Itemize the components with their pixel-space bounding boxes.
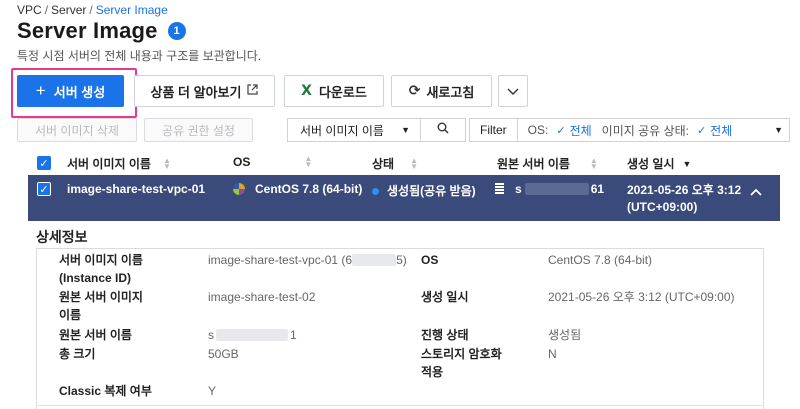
more-button[interactable] bbox=[498, 75, 528, 107]
row-os: CentOS 7.8 (64-bit) bbox=[233, 182, 362, 196]
refresh-icon: ⟳ bbox=[408, 83, 421, 99]
detail-os-label: OS bbox=[421, 253, 439, 267]
breadcrumb-server[interactable]: Server bbox=[51, 3, 86, 17]
detail-size-value: 50GB bbox=[208, 347, 239, 361]
redacted-block bbox=[524, 183, 589, 195]
search-button[interactable] bbox=[421, 118, 466, 142]
sort-icon: ▲ ▼ bbox=[410, 155, 419, 171]
sort-icon: ▲ ▼ bbox=[589, 155, 598, 171]
page-title: Server Image bbox=[17, 18, 158, 43]
filter-share-label: 이미지 공유 상태: bbox=[601, 123, 689, 138]
table-header: ✓ 서버 이미지 이름 ▲ ▼ OS ▲ ▼ 상태 ▲ ▼ 원본 서버 이름 ▲ ▼ 생… bbox=[28, 151, 780, 175]
breadcrumb-current[interactable]: Server Image bbox=[96, 3, 168, 17]
row-status: 생성됨(공유 받음) bbox=[372, 182, 476, 199]
caret-down-icon[interactable]: ▼ bbox=[774, 125, 783, 135]
detail-origin-image-label: 원본 서버 이미지 이름 bbox=[59, 290, 143, 322]
create-server-button[interactable]: + 서버 생성 bbox=[17, 75, 124, 107]
select-all-checkbox[interactable]: ✓ bbox=[37, 156, 51, 170]
refresh-label: 새로고침 bbox=[426, 84, 475, 100]
server-icon bbox=[495, 183, 504, 194]
column-os[interactable]: OS ▲ ▼ bbox=[233, 154, 313, 170]
redacted-block bbox=[352, 254, 397, 266]
refresh-button[interactable]: ⟳ 새로고침 bbox=[391, 75, 492, 107]
chevron-up-icon[interactable] bbox=[750, 183, 762, 199]
detail-classic-label: Classic 복제 여부 bbox=[59, 384, 152, 398]
detail-os-value: CentOS 7.8 (64-bit) bbox=[548, 253, 653, 267]
table-row[interactable]: ✓ image-share-test-vpc-01 CentOS 7.8 (64… bbox=[28, 175, 780, 221]
check-icon: ✓ bbox=[696, 123, 707, 137]
centos-icon bbox=[233, 183, 245, 195]
detail-origin-image-value: image-share-test-02 bbox=[208, 290, 316, 304]
column-status[interactable]: 상태 ▲ ▼ bbox=[372, 155, 418, 172]
row-origin-server: s 61 bbox=[495, 182, 604, 196]
detail-size-label: 총 크기 bbox=[59, 347, 96, 361]
delete-image-button[interactable]: 서버 이미지 삭제 bbox=[17, 118, 137, 142]
detail-image-name-label: 서버 이미지 이름 (Instance ID) bbox=[59, 253, 143, 285]
row-checkbox[interactable]: ✓ bbox=[37, 182, 51, 196]
detail-origin-server-label: 원본 서버 이름 bbox=[59, 328, 132, 342]
checkbox-checked-icon: ✓ bbox=[37, 182, 51, 196]
column-created[interactable]: 생성 일시 ▼ bbox=[627, 155, 691, 172]
help-badge[interactable]: 1 bbox=[167, 22, 186, 40]
download-button[interactable]: X 다운로드 bbox=[284, 75, 384, 107]
divider bbox=[36, 405, 764, 406]
chevron-down-icon bbox=[507, 84, 519, 99]
page-header: Server Image 1 bbox=[17, 18, 186, 44]
filter-os-value[interactable]: 전체 bbox=[570, 122, 592, 139]
caret-down-icon: ▼ bbox=[401, 125, 410, 135]
page-subtitle: 특정 시점 서버의 전체 내용과 구조를 보관합니다. bbox=[17, 49, 262, 63]
checkbox-checked-icon: ✓ bbox=[37, 156, 51, 170]
filter-os-label: OS: bbox=[527, 123, 549, 137]
excel-icon: X bbox=[301, 83, 312, 99]
download-label: 다운로드 bbox=[318, 84, 367, 100]
breadcrumb-vpc[interactable]: VPC bbox=[17, 3, 42, 17]
detail-created-value: 2021-05-26 오후 3:12 (UTC+09:00) bbox=[548, 290, 735, 304]
filter-bar[interactable]: Filter OS: ✓ 전체 이미지 공유 상태: ✓ 전체 ▼ bbox=[469, 118, 790, 142]
filter-label[interactable]: Filter bbox=[470, 119, 518, 141]
sort-desc-icon: ▼ bbox=[682, 158, 692, 169]
learn-more-button[interactable]: 상품 더 알아보기 bbox=[134, 75, 275, 107]
check-icon: ✓ bbox=[556, 123, 566, 137]
detail-progress-value: 생성됨 bbox=[548, 328, 582, 342]
column-origin-server[interactable]: 원본 서버 이름 ▲ ▼ bbox=[497, 155, 598, 172]
detail-encryption-label: 스토리지 암호화 적용 bbox=[421, 347, 502, 379]
detail-image-name-value: image-share-test-vpc-01 (6 5) bbox=[208, 253, 407, 267]
plus-icon: + bbox=[35, 81, 46, 100]
search-field-select[interactable]: 서버 이미지 이름 ▼ bbox=[287, 118, 421, 142]
filter-share-value[interactable]: 전체 bbox=[710, 122, 732, 139]
search-icon bbox=[437, 121, 449, 139]
status-dot-icon bbox=[372, 188, 379, 196]
learn-more-label: 상품 더 알아보기 bbox=[150, 84, 242, 100]
sort-icon: ▲ ▼ bbox=[304, 154, 313, 169]
detail-encryption-value: N bbox=[548, 347, 557, 361]
breadcrumb: VPC / Server / Server Image bbox=[17, 3, 168, 17]
row-image-name: image-share-test-vpc-01 bbox=[67, 182, 206, 196]
detail-classic-value: Y bbox=[208, 384, 217, 398]
share-permission-button[interactable]: 공유 권한 설정 bbox=[144, 118, 253, 142]
detail-progress-label: 진행 상태 bbox=[421, 328, 469, 342]
create-server-label: 서버 생성 bbox=[53, 84, 106, 100]
detail-origin-server-value: s1 bbox=[208, 328, 297, 342]
external-link-icon bbox=[247, 84, 259, 98]
detail-created-label: 생성 일시 bbox=[421, 290, 469, 304]
search-field-selected: 서버 이미지 이름 bbox=[300, 123, 384, 138]
redacted-block bbox=[216, 329, 288, 341]
details-title: 상세정보 bbox=[36, 229, 88, 245]
column-image-name[interactable]: 서버 이미지 이름 ▲ ▼ bbox=[67, 155, 171, 172]
row-created: 2021-05-26 오후 3:12 (UTC+09:00) bbox=[627, 183, 742, 214]
sort-icon: ▲ ▼ bbox=[162, 155, 171, 171]
